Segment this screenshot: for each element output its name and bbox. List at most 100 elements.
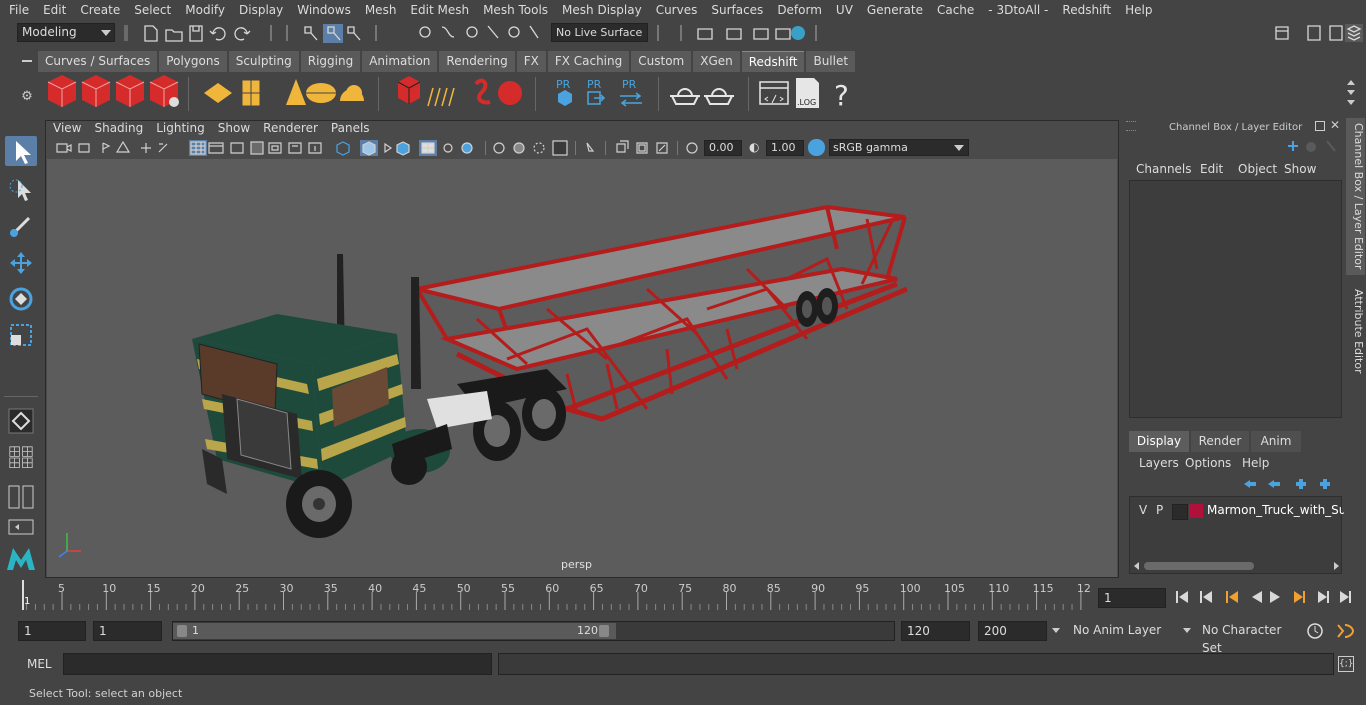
character-set-select[interactable]: No Character Set <box>1197 621 1299 655</box>
menu-cache[interactable]: Cache <box>928 3 979 17</box>
select-tool-icon[interactable] <box>5 136 37 166</box>
channel-list[interactable] <box>1129 180 1342 418</box>
channels-menu[interactable]: Channels <box>1136 162 1192 176</box>
playback-start-field[interactable]: 1 <box>93 621 162 641</box>
side-tab-attribute-editor[interactable]: Attribute Editor <box>1346 282 1365 380</box>
menu-windows[interactable]: Windows <box>288 3 356 17</box>
range-start-grip[interactable] <box>177 625 187 637</box>
viewport-menu-lighting[interactable]: Lighting <box>150 121 212 137</box>
menu-edit-mesh[interactable]: Edit Mesh <box>401 3 474 17</box>
viewport-menu-panels[interactable]: Panels <box>325 121 377 137</box>
shelf-menu-icon[interactable] <box>22 60 32 62</box>
viewport-menu-renderer[interactable]: Renderer <box>257 121 325 137</box>
animation-start-value: 1 <box>24 624 32 638</box>
time-ruler[interactable]: 5 10 15 20 25 30 35 40 45 50 55 60 65 70 75 80 85 90 95 100… <box>18 580 1092 612</box>
rotate-tool-icon[interactable] <box>5 284 37 314</box>
command-input[interactable] <box>63 653 492 675</box>
anim-layer-select[interactable]: No Anim Layer <box>1068 621 1191 641</box>
soft-select-icon[interactable] <box>5 406 37 436</box>
tab-fx-caching[interactable]: FX Caching <box>547 51 630 72</box>
tab-redshift[interactable]: Redshift <box>741 51 805 73</box>
menu-redshift[interactable]: Redshift <box>1053 3 1116 17</box>
side-tab-channel-box[interactable]: Channel Box / Layer Editor <box>1346 118 1365 275</box>
move-tool-icon[interactable] <box>5 248 37 278</box>
animation-end-field[interactable]: 200 <box>978 621 1047 641</box>
menu-curves[interactable]: Curves <box>647 3 703 17</box>
viewport-menu-shading[interactable]: Shading <box>88 121 150 137</box>
tab-curves-surfaces[interactable]: Curves / Surfaces <box>38 51 158 72</box>
layer-visibility-toggle[interactable]: V <box>1139 503 1147 517</box>
chevron-down-icon[interactable] <box>1052 628 1060 633</box>
menu-generate[interactable]: Generate <box>858 3 928 17</box>
animation-start-field[interactable]: 1 <box>18 621 86 641</box>
edit-menu[interactable]: Edit <box>1200 162 1223 176</box>
layer-playback-toggle[interactable]: P <box>1156 503 1163 517</box>
float-panel-icon[interactable] <box>1315 121 1325 131</box>
layout-panes-icon[interactable] <box>5 482 37 512</box>
attribute-editor-icon <box>1307 25 1321 41</box>
menu-mesh-display[interactable]: Mesh Display <box>553 3 647 17</box>
menu-edit[interactable]: Edit <box>34 3 71 17</box>
viewport-3d[interactable]: persp <box>47 159 1117 577</box>
range-slider[interactable]: 1 120 <box>172 621 895 641</box>
menu-mesh-tools[interactable]: Mesh Tools <box>474 3 553 17</box>
gamma-field[interactable]: 1.00 <box>766 140 804 156</box>
range-slider-handle[interactable]: 1 120 <box>173 623 616 639</box>
tab-animation[interactable]: Animation <box>362 51 438 72</box>
live-surface-field[interactable]: No Live Surface <box>551 23 648 42</box>
layer-buttons <box>1244 479 1330 489</box>
layer-name[interactable]: Marmon_Truck_with_Sun_ <box>1207 503 1360 517</box>
tab-rigging[interactable]: Rigging <box>300 51 361 72</box>
exposure-field[interactable]: 0.00 <box>704 140 742 156</box>
layer-row[interactable]: V P Marmon_Truck_with_Sun_ <box>1132 500 1360 522</box>
menu-file[interactable]: File <box>0 3 34 17</box>
layer-type-toggle[interactable] <box>1172 504 1188 520</box>
tab-sculpting[interactable]: Sculpting <box>228 51 299 72</box>
layout-single-icon[interactable] <box>5 442 37 472</box>
menu-uv[interactable]: UV <box>827 3 858 17</box>
layer-horizontal-scrollbar[interactable] <box>1134 560 1339 572</box>
object-menu[interactable]: Object <box>1238 162 1277 176</box>
tab-xgen[interactable]: XGen <box>693 51 740 72</box>
viewport-menu-show[interactable]: Show <box>212 121 257 137</box>
tab-fx[interactable]: FX <box>516 51 546 72</box>
colorspace-select[interactable]: sRGB gamma <box>829 139 969 156</box>
mode-selector[interactable]: Modeling <box>17 23 115 42</box>
playback-end-field[interactable]: 120 <box>901 621 970 641</box>
tab-anim[interactable]: Anim <box>1251 431 1301 452</box>
outliner-icon[interactable] <box>5 518 37 536</box>
options-menu[interactable]: Options <box>1185 456 1231 470</box>
time-slider[interactable]: 5 10 15 20 25 30 35 40 45 50 55 60 65 70 75 80 85 90 95 100… <box>18 580 1092 612</box>
close-panel-icon[interactable]: ✕ <box>1330 118 1340 132</box>
lasso-tool-icon[interactable] <box>5 174 37 204</box>
layer-color-swatch[interactable] <box>1189 504 1203 518</box>
menu-deform[interactable]: Deform <box>768 3 827 17</box>
scale-tool-icon[interactable] <box>5 320 37 350</box>
tab-display[interactable]: Display <box>1129 431 1189 452</box>
paint-select-icon[interactable] <box>5 210 37 240</box>
script-editor-icon[interactable]: {;} <box>1338 656 1354 672</box>
menu-surfaces[interactable]: Surfaces <box>702 3 768 17</box>
show-menu[interactable]: Show <box>1284 162 1316 176</box>
command-language-label[interactable]: MEL <box>27 657 52 671</box>
range-end-grip[interactable] <box>599 625 609 637</box>
menu-display[interactable]: Display <box>230 3 288 17</box>
tab-custom[interactable]: Custom <box>631 51 692 72</box>
menu-help[interactable]: Help <box>1116 3 1157 17</box>
menu-select[interactable]: Select <box>125 3 176 17</box>
menu-3dtoall[interactable]: - 3DtoAll - <box>979 3 1053 17</box>
color-management-icon[interactable] <box>808 139 825 156</box>
viewport-menu-view[interactable]: View <box>47 121 88 137</box>
layers-menu[interactable]: Layers <box>1139 456 1179 470</box>
menu-create[interactable]: Create <box>71 3 125 17</box>
gear-icon[interactable]: ⚙ <box>20 90 34 104</box>
tab-polygons[interactable]: Polygons <box>159 51 227 72</box>
current-frame-field[interactable]: 1 <box>1098 588 1166 608</box>
menu-modify[interactable]: Modify <box>176 3 230 17</box>
menu-mesh[interactable]: Mesh <box>356 3 402 17</box>
tab-rendering[interactable]: Rendering <box>439 51 515 72</box>
shelf-scroll[interactable] <box>1344 76 1358 110</box>
tab-render[interactable]: Render <box>1191 431 1249 452</box>
help-menu[interactable]: Help <box>1242 456 1269 470</box>
tab-bullet[interactable]: Bullet <box>806 51 856 72</box>
